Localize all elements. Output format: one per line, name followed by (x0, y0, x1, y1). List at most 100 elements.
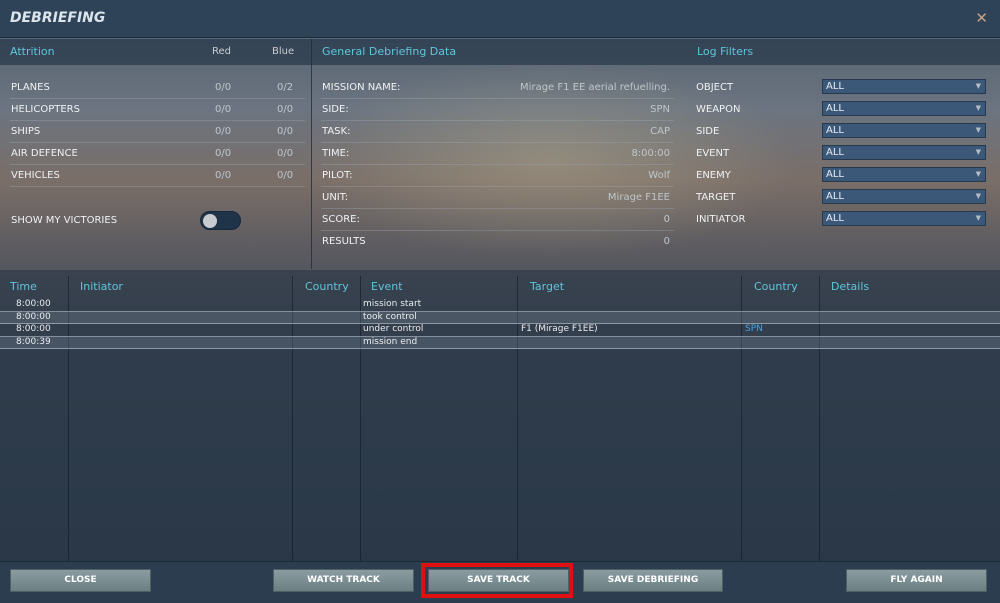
show-victories-toggle[interactable] (200, 211, 241, 230)
fly-again-button[interactable]: FLY AGAIN (846, 569, 987, 592)
attrition-label: VEHICLES (11, 170, 60, 181)
log-row[interactable]: 8:00:39 mission end (0, 336, 1000, 349)
filter-select-object[interactable]: ALL ▼ (822, 79, 986, 94)
chevron-down-icon: ▼ (975, 192, 981, 200)
red-value: 0/0 (215, 82, 232, 93)
log-time: 8:00:00 (16, 299, 51, 309)
general-label: PILOT: (322, 170, 353, 181)
attrition-label: HELICOPTERS (11, 104, 80, 115)
attrition-label: AIR DEFENCE (11, 148, 78, 159)
chevron-down-icon: ▼ (975, 148, 981, 156)
attrition-row: VEHICLES 0/0 0/0 (10, 165, 305, 187)
filter-value: ALL (826, 169, 844, 180)
log-row[interactable]: 8:00:00 under control F1 (Mirage F1EE) S… (0, 324, 1000, 337)
general-value: Mirage F1EE (607, 192, 670, 203)
log-event: mission start (363, 299, 422, 309)
filter-label: TARGET (696, 192, 736, 203)
general-value: 0 (663, 214, 670, 225)
blue-value: 0/0 (277, 126, 294, 137)
general-row: TIME: 8:00:00 (321, 143, 674, 165)
red-column-header: Red (212, 46, 231, 57)
log-filters-heading: Log Filters (697, 45, 754, 58)
chevron-down-icon: ▼ (975, 82, 981, 90)
watch-track-button[interactable]: WATCH TRACK (273, 569, 414, 592)
general-value: Wolf (648, 170, 670, 181)
log-time: 8:00:00 (16, 324, 51, 334)
log-event: under control (363, 324, 424, 334)
divider (311, 39, 312, 269)
general-heading: General Debriefing Data (322, 45, 457, 58)
general-value: CAP (650, 126, 670, 137)
general-value: 0 (663, 236, 670, 247)
red-value: 0/0 (215, 126, 232, 137)
column-header[interactable]: Event (371, 280, 403, 293)
filter-select-initiator[interactable]: ALL ▼ (822, 211, 986, 226)
general-label: SCORE: (322, 214, 360, 225)
general-row: UNIT: Mirage F1EE (321, 187, 674, 209)
show-victories-label: SHOW MY VICTORIES (11, 215, 118, 226)
general-row: SIDE: SPN (321, 99, 674, 121)
log-time: 8:00:00 (16, 311, 51, 322)
filter-label: ENEMY (696, 170, 731, 181)
red-value: 0/0 (215, 104, 232, 115)
filter-select-side[interactable]: ALL ▼ (822, 123, 986, 138)
red-value: 0/0 (215, 170, 232, 181)
log-row[interactable]: 8:00:00 took control (0, 311, 1000, 324)
log-event: mission end (363, 336, 418, 347)
general-label: UNIT: (322, 192, 349, 203)
attrition-row: PLANES 0/0 0/2 (10, 77, 305, 99)
general-row: TASK: CAP (321, 121, 674, 143)
column-header[interactable]: Time (10, 280, 37, 293)
log-time: 8:00:39 (16, 336, 51, 347)
attrition-heading: Attrition (10, 45, 55, 58)
filter-select-enemy[interactable]: ALL ▼ (822, 167, 986, 182)
attrition-label: SHIPS (11, 126, 41, 137)
filter-select-weapon[interactable]: ALL ▼ (822, 101, 986, 116)
close-button[interactable]: CLOSE (10, 569, 151, 592)
save-debriefing-button[interactable]: SAVE DEBRIEFING (583, 569, 723, 592)
filter-select-event[interactable]: ALL ▼ (822, 145, 986, 160)
filter-value: ALL (826, 125, 844, 136)
log-event: took control (363, 311, 417, 322)
filter-select-target[interactable]: ALL ▼ (822, 189, 986, 204)
general-label: TIME: (322, 148, 350, 159)
log-target-country: SPN (745, 324, 763, 334)
attrition-row: AIR DEFENCE 0/0 0/0 (10, 143, 305, 165)
general-row: RESULTS 0 (321, 231, 674, 253)
general-row: MISSION NAME: Mirage F1 EE aerial refuel… (321, 77, 674, 99)
close-icon[interactable]: ✕ (975, 9, 988, 27)
general-label: SIDE: (322, 104, 349, 115)
general-value: Mirage F1 EE aerial refuelling. (520, 82, 670, 93)
column-header[interactable]: Country (754, 280, 798, 293)
column-header[interactable]: Country (305, 280, 349, 293)
attrition-row: HELICOPTERS 0/0 0/0 (10, 99, 305, 121)
general-value: 8:00:00 (631, 148, 670, 159)
general-row: PILOT: Wolf (321, 165, 674, 187)
filter-label: WEAPON (696, 104, 741, 115)
column-header[interactable]: Target (530, 280, 564, 293)
title-bar: DEBRIEFING ✕ (0, 0, 1000, 38)
log-row[interactable]: 8:00:00 mission start (0, 299, 1000, 312)
attrition-label: PLANES (11, 82, 50, 93)
blue-value: 0/0 (277, 104, 294, 115)
filter-label: OBJECT (696, 82, 734, 93)
filter-value: ALL (826, 191, 844, 202)
filter-label: INITIATOR (696, 214, 746, 225)
filter-value: ALL (826, 147, 844, 158)
blue-column-header: Blue (272, 46, 295, 57)
column-header[interactable]: Initiator (80, 280, 123, 293)
filter-value: ALL (826, 81, 844, 92)
general-label: RESULTS (322, 236, 366, 247)
window-title: DEBRIEFING (10, 10, 106, 26)
filter-value: ALL (826, 103, 844, 114)
general-label: MISSION NAME: (322, 82, 401, 93)
toggle-knob (203, 214, 217, 228)
attrition-row: SHIPS 0/0 0/0 (10, 121, 305, 143)
red-value: 0/0 (215, 148, 232, 159)
column-header[interactable]: Details (831, 280, 869, 293)
filter-value: ALL (826, 213, 844, 224)
general-row: SCORE: 0 (321, 209, 674, 231)
filter-label: EVENT (696, 148, 730, 159)
highlight-box (421, 563, 573, 598)
filter-label: SIDE (696, 126, 720, 137)
